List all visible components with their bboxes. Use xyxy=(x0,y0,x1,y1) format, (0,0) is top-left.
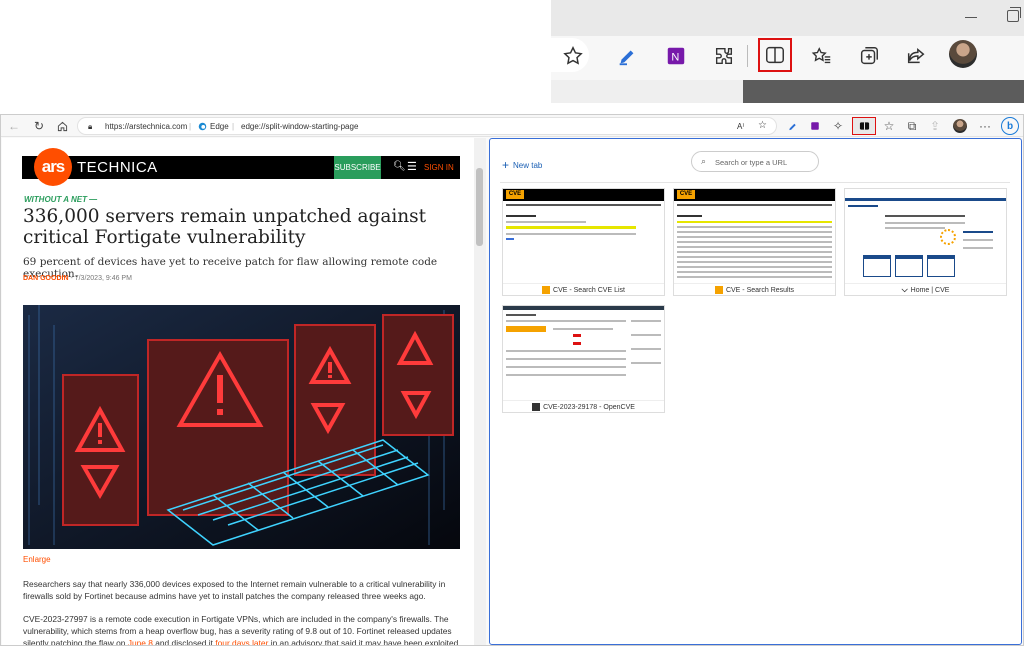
tab-title: CVE - Search CVE List xyxy=(553,286,625,294)
tab-title: CVE - Search Results xyxy=(725,286,795,294)
copilot-icon[interactable]: b xyxy=(1001,117,1019,135)
hero-image xyxy=(23,305,460,549)
article-paragraph-1: Researchers say that nearly 336,000 devi… xyxy=(23,579,446,601)
url-host: https://arstechnica.com xyxy=(105,122,188,131)
chevron-down-icon: ⌵ xyxy=(901,285,908,294)
tab-caption: CVE - Search CVE List xyxy=(503,283,664,296)
share-icon[interactable] xyxy=(900,40,932,72)
browser-toolbar: ← ↻ 🔒︎ https://arstechnica.com | Edge | … xyxy=(1,115,1023,137)
favorites-icon[interactable] xyxy=(806,40,838,72)
paragraph-text: in an advisory that said it may have bee… xyxy=(268,638,459,646)
read-aloud-icon[interactable]: A⁾ xyxy=(737,122,744,131)
article-byline: DAN GOODIN - 7/3/2023, 9:46 PM xyxy=(23,275,132,282)
article-kicker: WITHOUT A NET — xyxy=(24,195,98,204)
title-bar xyxy=(551,0,1024,36)
tab-thumbnail xyxy=(845,189,1006,283)
tab-thumbnail: CVE xyxy=(674,189,835,283)
profile-avatar[interactable] xyxy=(949,40,977,68)
favicon xyxy=(532,403,541,411)
more-icon[interactable]: ··· xyxy=(976,117,994,135)
inset-bottom-strip xyxy=(551,80,1024,103)
share-icon[interactable]: ⇪ xyxy=(926,117,944,135)
tab-card[interactable]: CVE CVE - Search CVE List xyxy=(502,188,665,296)
collections-icon[interactable]: ⧉ xyxy=(903,117,921,135)
favorites-icon[interactable]: ☆ xyxy=(880,117,898,135)
extensions-icon[interactable]: ✧ xyxy=(829,117,847,135)
four-days-later-link[interactable]: four days later xyxy=(215,638,268,645)
onenote-icon[interactable]: N xyxy=(660,40,692,72)
refresh-icon[interactable]: ↻ xyxy=(30,117,48,135)
signin-link[interactable]: SIGN IN xyxy=(424,163,454,172)
browser-window: ← ↻ 🔒︎ https://arstechnica.com | Edge | … xyxy=(0,114,1024,646)
favicon xyxy=(714,286,723,294)
tab-card[interactable]: CVE-2023-29178 - OpenCVE xyxy=(502,305,665,413)
split-screen-icon[interactable] xyxy=(758,38,792,72)
minimize-button[interactable] xyxy=(965,17,977,18)
address-bar[interactable]: 🔒︎ https://arstechnica.com | Edge | edge… xyxy=(77,117,777,135)
favicon xyxy=(542,286,551,294)
tab-title: CVE-2023-29178 - OpenCVE xyxy=(543,403,635,411)
ars-logo[interactable]: ars xyxy=(34,148,72,186)
search-placeholder: Search or type a URL xyxy=(715,158,788,167)
onenote-icon[interactable] xyxy=(806,117,824,135)
new-tab-label: New tab xyxy=(513,161,543,170)
paragraph-text: and disclosed it xyxy=(152,638,216,646)
scrollbar-thumb[interactable] xyxy=(476,168,483,246)
collections-icon[interactable] xyxy=(853,40,885,72)
restore-button[interactable] xyxy=(1007,7,1021,22)
subscribe-button[interactable]: SUBSCRIBE xyxy=(334,156,381,179)
edge-icon xyxy=(198,122,207,133)
search-url-input[interactable]: ⌕ Search or type a URL xyxy=(691,151,819,172)
split-screen-icon[interactable] xyxy=(852,117,876,135)
tab-card[interactable]: CVE CVE - Search Results xyxy=(673,188,836,296)
svg-text:N: N xyxy=(671,52,679,64)
url-divider: | xyxy=(189,122,192,131)
home-icon[interactable] xyxy=(53,117,71,135)
plus-icon: + xyxy=(502,158,510,172)
toolbar-separator xyxy=(747,45,748,67)
article-headline: 336,000 servers remain unpatched against… xyxy=(23,206,427,248)
profile-avatar[interactable] xyxy=(953,119,967,133)
tab-caption: CVE - Search Results xyxy=(674,283,835,296)
divider xyxy=(500,182,1010,183)
tab-thumbnail xyxy=(503,306,664,400)
right-pane-split-start: + New tab ⌕ Search or type a URL CVE CVE … xyxy=(489,138,1022,645)
extensions-icon[interactable] xyxy=(708,40,740,72)
edge-url: edge://split-window-starting-page xyxy=(241,122,359,131)
ars-header-bar: ars TECHNICA SUBSCRIBE 🔍︎ ☰ SIGN IN xyxy=(22,148,460,186)
scrollbar[interactable] xyxy=(474,138,486,645)
pen-icon[interactable] xyxy=(611,40,643,72)
tab-title: Home | CVE xyxy=(910,286,950,294)
tab-thumbnail: CVE xyxy=(503,189,664,283)
article-date: - 7/3/2023, 9:46 PM xyxy=(68,275,132,282)
back-icon[interactable]: ← xyxy=(5,117,23,135)
tab-card[interactable]: ⌵ Home | CVE xyxy=(844,188,1007,296)
pen-icon[interactable] xyxy=(783,117,801,135)
tab-caption: CVE-2023-29178 - OpenCVE xyxy=(503,400,664,413)
left-pane-article: ars TECHNICA SUBSCRIBE 🔍︎ ☰ SIGN IN WITH… xyxy=(2,138,486,646)
lock-icon: 🔒︎ xyxy=(88,122,93,131)
url-divider: | xyxy=(232,122,235,131)
menu-icon[interactable]: ☰ xyxy=(407,160,417,173)
new-tab-button[interactable]: + New tab xyxy=(502,158,542,172)
favorite-star-icon[interactable]: ☆ xyxy=(758,120,767,131)
tab-caption: ⌵ Home | CVE xyxy=(845,283,1006,296)
edge-label: Edge xyxy=(210,122,229,131)
author-link[interactable]: DAN GOODIN xyxy=(23,275,69,282)
search-icon[interactable]: 🔍︎ xyxy=(393,161,406,172)
article-paragraph-2: CVE-2023-27997 is a remote code executio… xyxy=(23,613,463,646)
favorite-star-icon[interactable] xyxy=(557,40,589,72)
enlarge-link[interactable]: Enlarge xyxy=(23,555,51,564)
zoomed-toolbar-inset: N xyxy=(551,0,1024,103)
search-icon: ⌕ xyxy=(701,156,707,166)
june8-link[interactable]: June 8 xyxy=(128,638,153,645)
ars-logo-word[interactable]: TECHNICA xyxy=(77,159,158,176)
